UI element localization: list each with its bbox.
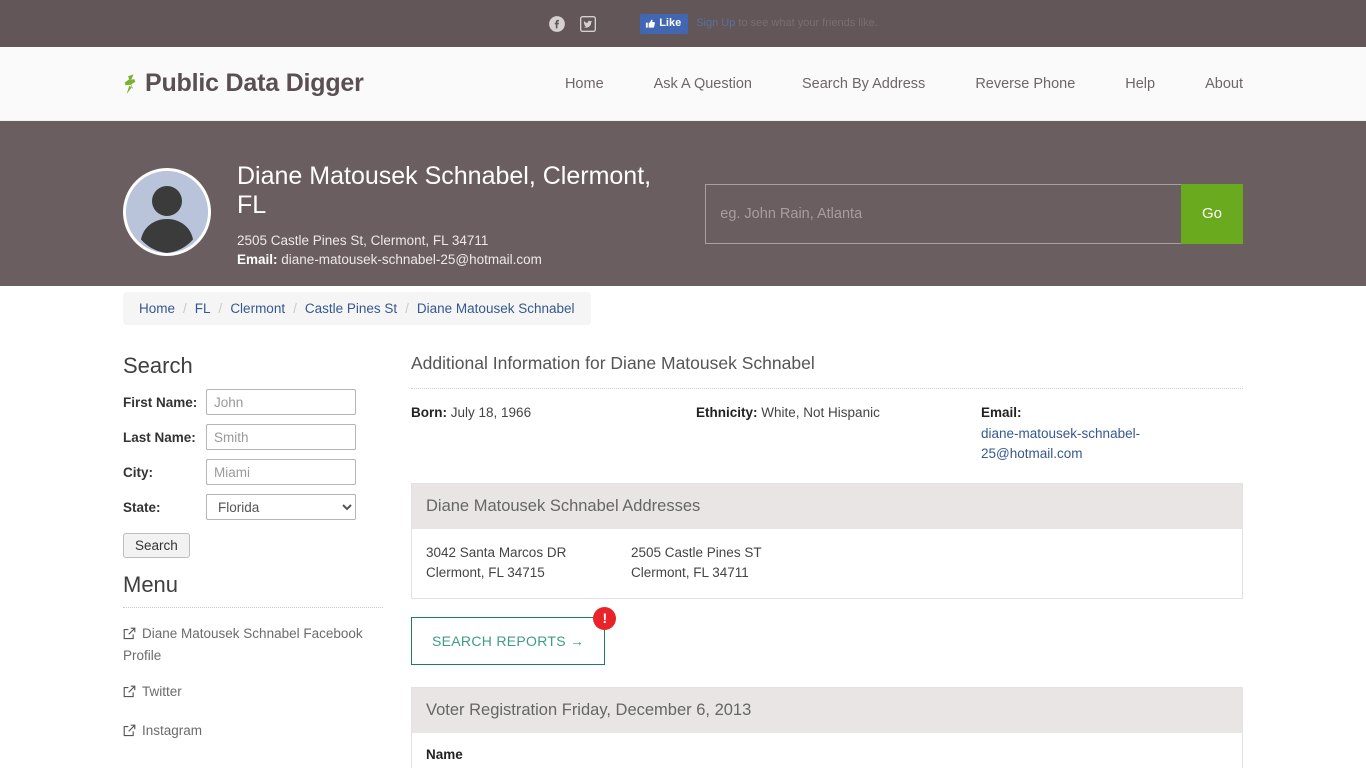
site-logo[interactable]: Public Data Digger (123, 69, 364, 98)
nav-links: Home Ask A Question Search By Address Re… (540, 76, 1243, 92)
address-line2: Clermont, FL 34715 (426, 565, 545, 581)
profile-email-row: Email: diane-matousek-schnabel-25@hotmai… (237, 252, 655, 267)
voter-registration-panel: Voter Registration Friday, December 6, 2… (411, 686, 1243, 768)
email-link[interactable]: diane-matousek-schnabel-25@hotmail.com (981, 424, 1191, 463)
sidebar: Search First Name: Last Name: City: Stat… (123, 353, 383, 768)
additional-info-grid: Born: July 18, 1966 Ethnicity: White, No… (411, 389, 1243, 483)
info-ethnicity: Ethnicity: White, Not Hispanic (696, 405, 981, 463)
born-label: Born: (411, 405, 447, 420)
born-value: July 18, 1966 (450, 405, 532, 420)
first-name-label: First Name: (123, 394, 198, 410)
pushpin-icon (123, 73, 139, 95)
hero-search-form: Go (705, 183, 1243, 244)
voter-panel-heading: Voter Registration Friday, December 6, 2… (412, 687, 1242, 733)
sidebar-menu-heading: Menu (123, 572, 383, 608)
facebook-like-widget: Like Sign Up to see what your friends li… (640, 13, 878, 34)
breadcrumb-item-castle-pines-st[interactable]: Castle Pines St (305, 301, 397, 316)
sidebar-search-button[interactable]: Search (123, 533, 190, 558)
nav-item-help[interactable]: Help (1100, 76, 1180, 92)
breadcrumb: Home / FL / Clermont / Castle Pines St /… (123, 292, 591, 325)
social-topbar: Like Sign Up to see what your friends li… (0, 0, 1366, 47)
state-label: State: (123, 499, 161, 515)
ethnicity-value: White, Not Hispanic (761, 405, 880, 420)
hero-search-input[interactable] (705, 183, 1181, 244)
menu-item-label: Diane Matousek Schnabel Facebook Profile (123, 626, 363, 663)
external-link-icon (123, 684, 136, 704)
city-row: City: (123, 459, 383, 485)
last-name-row: Last Name: (123, 424, 383, 450)
menu-item-label: Instagram (142, 722, 203, 738)
address-line1: 2505 Castle Pines ST (631, 545, 762, 561)
ethnicity-label: Ethnicity: (696, 405, 758, 420)
main-section-title: Additional Information for Diane Matouse… (411, 353, 1243, 389)
breadcrumb-separator: / (293, 301, 297, 316)
menu-item-instagram[interactable]: Instagram (123, 721, 383, 743)
address-line1: 3042 Santa Marcos DR (426, 545, 567, 561)
nav-item-about[interactable]: About (1180, 76, 1243, 92)
breadcrumb-separator: / (405, 301, 409, 316)
city-label: City: (123, 464, 153, 480)
search-reports-button[interactable]: SEARCH REPORTS → (411, 616, 606, 665)
page-title: Diane Matousek Schnabel, Clermont, FL (237, 161, 652, 219)
breadcrumb-item-clermont[interactable]: Clermont (230, 301, 285, 316)
breadcrumb-item-fl[interactable]: FL (195, 301, 211, 316)
twitter-icon[interactable] (580, 15, 597, 32)
voter-details-grid: Name First: Diane Middle: Last: Matousek… (426, 747, 1228, 768)
facebook-like-caption: Sign Up to see what your friends like. (696, 18, 878, 29)
voter-name-label: Name (426, 746, 463, 762)
first-name-row: First Name: (123, 389, 383, 415)
facebook-icon[interactable] (548, 15, 566, 33)
external-link-icon (123, 723, 136, 743)
state-select[interactable]: Florida (206, 494, 356, 520)
last-name-label: Last Name: (123, 429, 196, 445)
breadcrumb-separator: / (183, 301, 187, 316)
sidebar-search-heading: Search (123, 353, 193, 378)
alert-badge-icon: ! (593, 606, 617, 630)
breadcrumb-separator: / (218, 301, 223, 316)
facebook-signup-link[interactable]: Sign Up (696, 17, 735, 29)
main-navbar: Public Data Digger Home Ask A Question S… (0, 47, 1366, 121)
address-item: 3042 Santa Marcos DR Clermont, FL 34715 (426, 543, 631, 584)
sidebar-menu-list: Diane Matousek Schnabel Facebook Profile… (123, 624, 383, 742)
nav-item-search-by-address[interactable]: Search By Address (777, 76, 950, 92)
last-name-input[interactable] (206, 424, 356, 450)
state-row: State: Florida (123, 494, 383, 520)
nav-item-ask-a-question[interactable]: Ask A Question (629, 76, 777, 92)
site-logo-text: Public Data Digger (145, 69, 364, 97)
first-name-input[interactable] (206, 389, 356, 415)
info-email: Email: diane-matousek-schnabel-25@hotmai… (981, 405, 1191, 463)
search-reports-wrapper: SEARCH REPORTS → ! (411, 606, 617, 665)
profile-email-label: Email: (237, 252, 278, 268)
main-content: Additional Information for Diane Matouse… (383, 353, 1243, 768)
external-link-icon (123, 626, 136, 646)
menu-item-label: Twitter (142, 684, 182, 700)
addresses-panel-heading: Diane Matousek Schnabel Addresses (412, 484, 1242, 530)
hero-search-go-button[interactable]: Go (1181, 183, 1243, 244)
address-item: 2505 Castle Pines ST Clermont, FL 34711 (631, 543, 836, 584)
menu-item-facebook-profile[interactable]: Diane Matousek Schnabel Facebook Profile (123, 624, 383, 665)
menu-item-twitter[interactable]: Twitter (123, 682, 383, 704)
addresses-panel: Diane Matousek Schnabel Addresses 3042 S… (411, 483, 1243, 599)
nav-item-reverse-phone[interactable]: Reverse Phone (950, 76, 1100, 92)
nav-item-home[interactable]: Home (540, 76, 629, 92)
facebook-like-label: Like (659, 17, 682, 29)
breadcrumb-item-home[interactable]: Home (139, 301, 175, 316)
breadcrumb-item-current[interactable]: Diane Matousek Schnabel (417, 301, 575, 316)
addresses-row: 3042 Santa Marcos DR Clermont, FL 34715 … (426, 543, 1228, 584)
address-line2: Clermont, FL 34711 (631, 565, 749, 581)
email-label: Email: (981, 405, 1022, 420)
profile-address: 2505 Castle Pines St, Clermont, FL 34711 (237, 233, 489, 249)
profile-hero: Diane Matousek Schnabel, Clermont, FL 25… (0, 121, 1366, 286)
info-born: Born: July 18, 1966 (411, 405, 696, 463)
facebook-like-button[interactable]: Like (640, 13, 689, 34)
avatar-placeholder-icon (123, 167, 211, 256)
facebook-caption-text: to see what your friends like. (735, 17, 878, 29)
profile-email-value: diane-matousek-schnabel-25@hotmail.com (281, 252, 542, 268)
city-input[interactable] (206, 459, 356, 485)
